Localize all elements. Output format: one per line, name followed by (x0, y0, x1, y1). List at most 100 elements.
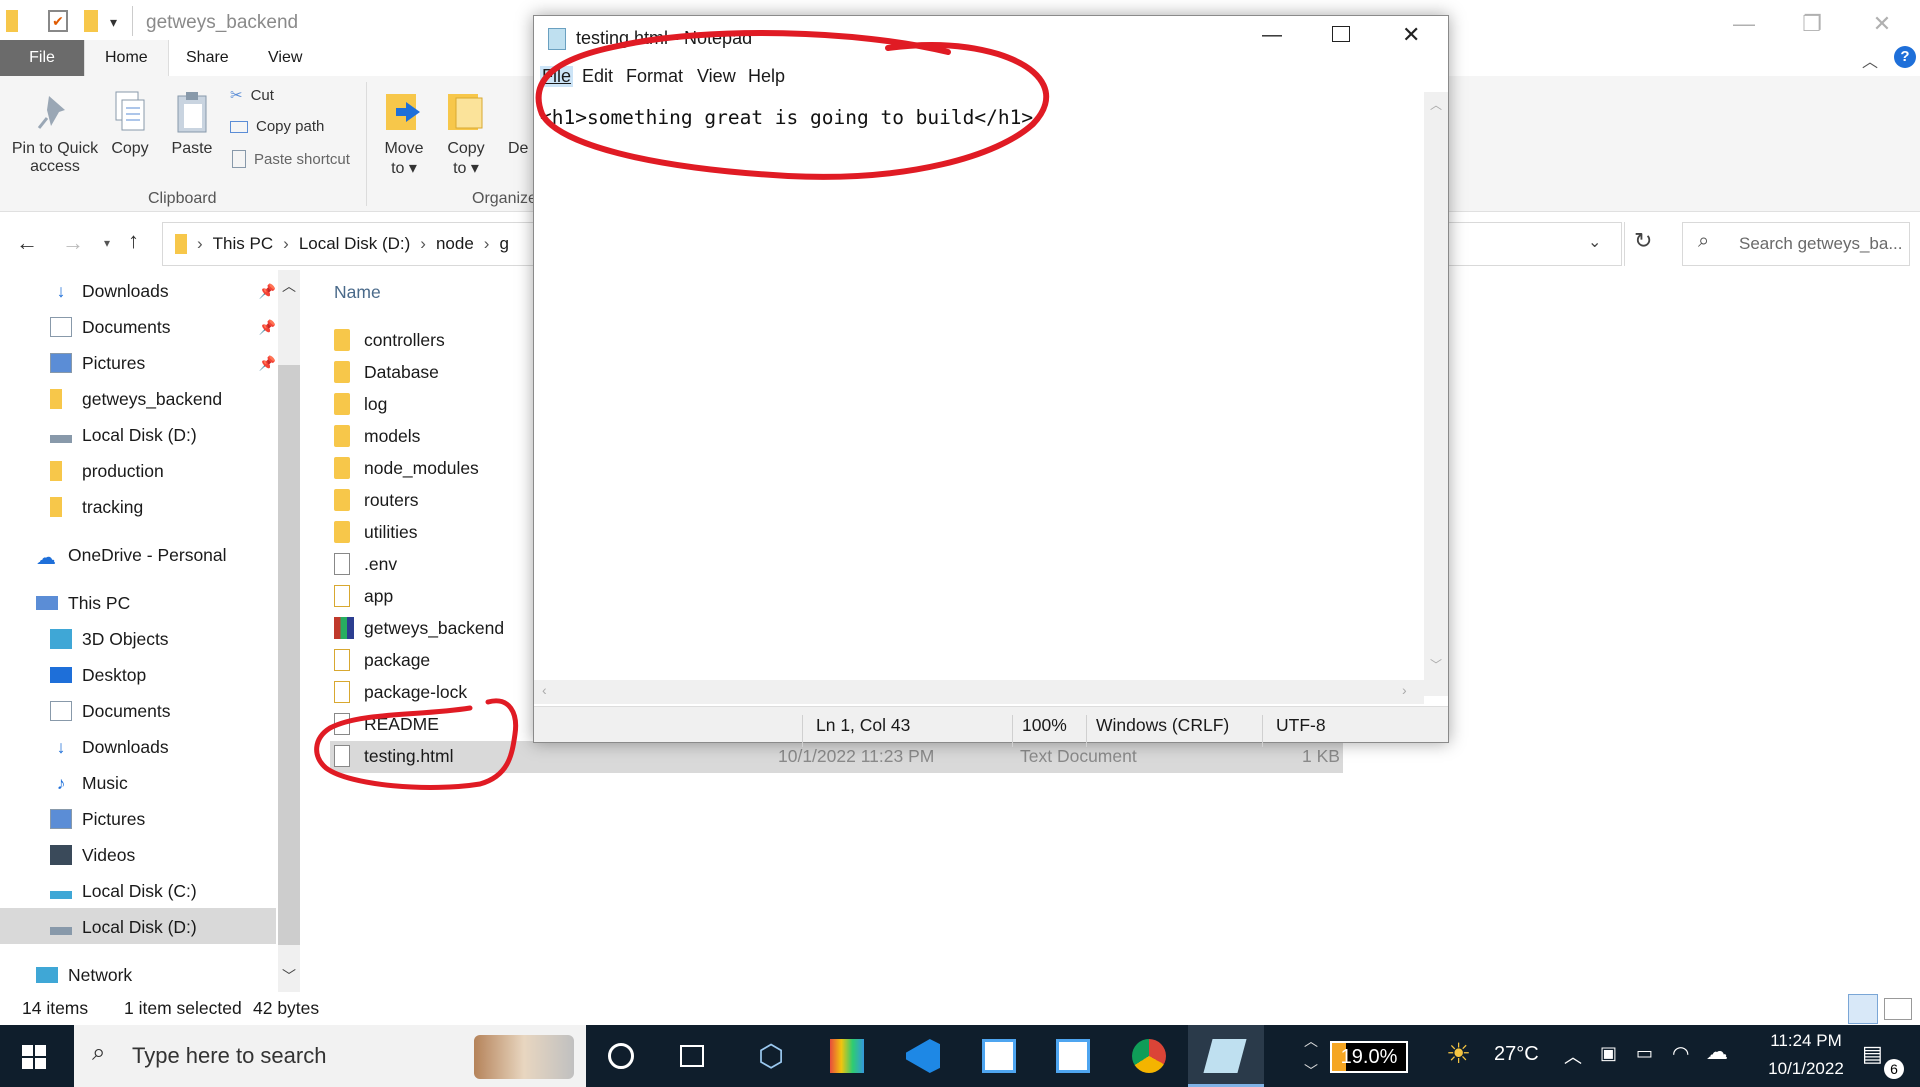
file-row[interactable]: log (334, 389, 387, 419)
breadcrumb-local-disk[interactable]: Local Disk (D:) (299, 234, 410, 254)
close-button[interactable]: ✕ (1402, 22, 1420, 48)
scroll-left-icon[interactable]: ‹ (542, 682, 547, 698)
tab-file[interactable]: File (0, 40, 84, 76)
power-icon[interactable]: ▭ (1636, 1043, 1653, 1064)
refresh-icon[interactable]: ↻ (1634, 228, 1652, 254)
cortana-icon[interactable] (608, 1043, 634, 1069)
tab-view[interactable]: View (248, 40, 322, 76)
weather-sun-icon[interactable]: ☀ (1446, 1037, 1471, 1070)
nav-desktop[interactable]: Desktop (50, 658, 146, 692)
properties-icon[interactable]: ✔ (48, 10, 68, 32)
paste-button[interactable]: Paste (166, 90, 218, 158)
breadcrumb-node[interactable]: node (436, 234, 474, 254)
details-view-icon[interactable] (1848, 994, 1878, 1024)
tab-share[interactable]: Share (166, 40, 249, 76)
file-row[interactable]: getweys_backend (334, 613, 504, 643)
copy-to-button[interactable]: Copy to ▾ (442, 90, 490, 178)
back-icon[interactable]: ← (16, 230, 38, 256)
tab-home[interactable]: Home (84, 40, 169, 76)
help-icon[interactable]: ? (1894, 46, 1916, 68)
address-dropdown-icon[interactable]: ⌄ (1588, 232, 1601, 252)
nav-tracking[interactable]: tracking (50, 490, 143, 524)
battery-meter[interactable]: 19.0% (1330, 1041, 1408, 1073)
nav-local-disk-c[interactable]: Local Disk (C:) (50, 874, 197, 908)
nav-local-disk-d-2[interactable]: Local Disk (D:) (50, 910, 197, 944)
nav-downloads[interactable]: ↓ Downloads 📌 (50, 274, 276, 308)
meet-now-icon[interactable]: ▣ (1600, 1043, 1617, 1064)
scroll-up-icon[interactable]: ︿ (1430, 96, 1442, 113)
task-view-icon[interactable] (680, 1045, 704, 1067)
tray-scroll-down-icon[interactable]: ﹀ (1304, 1061, 1318, 1081)
scroll-right-icon[interactable]: › (1402, 682, 1407, 698)
close-button[interactable]: ✕ (1852, 6, 1912, 42)
nav-scrollbar-thumb[interactable] (278, 365, 300, 945)
nav-pictures-2[interactable]: Pictures (50, 802, 145, 836)
file-row[interactable]: app (334, 581, 393, 611)
wifi-icon[interactable]: ◠ (1672, 1041, 1689, 1066)
nav-production[interactable]: production (50, 454, 164, 488)
show-hidden-icons-icon[interactable]: ︿ (1564, 1043, 1582, 1069)
forward-icon[interactable]: → (62, 230, 84, 256)
nav-documents[interactable]: Documents 📌 (50, 310, 276, 344)
search-input[interactable]: Search getweys_ba... (1682, 222, 1910, 266)
nav-this-pc[interactable]: This PC (36, 586, 130, 620)
breadcrumb-partial[interactable]: g (499, 234, 508, 254)
paste-shortcut-button[interactable]: Paste shortcut (232, 150, 350, 168)
nav-downloads-2[interactable]: ↓ Downloads (50, 730, 169, 764)
nav-music[interactable]: ♪ Music (50, 766, 128, 800)
file-row[interactable]: utilities (334, 517, 418, 547)
copy-path-button[interactable]: Copy path (230, 118, 324, 135)
restore-button[interactable]: ❐ (1782, 6, 1842, 42)
file-row[interactable]: .env (334, 549, 397, 579)
maximize-button[interactable] (1332, 26, 1350, 42)
nav-videos[interactable]: Videos (50, 838, 135, 872)
vscode-icon[interactable] (906, 1039, 940, 1073)
minimize-button[interactable]: — (1262, 24, 1282, 47)
move-to-button[interactable]: Move to ▾ (380, 90, 428, 178)
cut-button[interactable]: ✂ Cut (230, 86, 274, 105)
minimize-button[interactable]: — (1714, 6, 1774, 42)
drive-icon (50, 927, 72, 935)
scroll-up-icon[interactable]: ︿ (282, 276, 296, 296)
nav-onedrive[interactable]: ☁ OneDrive - Personal (36, 538, 227, 572)
file-row[interactable]: package (334, 645, 430, 675)
column-header-name[interactable]: Name (334, 282, 381, 303)
app-window-icon[interactable] (982, 1039, 1016, 1073)
onedrive-cloud-icon[interactable]: ☁ (1706, 1039, 1728, 1065)
windows-start-icon[interactable] (22, 1045, 46, 1069)
new-folder-icon[interactable] (84, 10, 98, 32)
breadcrumb-this-pc[interactable]: This PC (213, 234, 273, 254)
file-row[interactable]: routers (334, 485, 418, 515)
notepad-vertical-scrollbar[interactable]: ︿ ﹀ (1424, 92, 1448, 696)
copy-button[interactable]: Copy (106, 90, 154, 158)
clock-date[interactable]: 10/1/2022 (1750, 1059, 1862, 1079)
paint-icon[interactable] (830, 1039, 864, 1073)
file-row[interactable]: node_modules (334, 453, 479, 483)
scroll-down-icon[interactable]: ﹀ (1430, 656, 1442, 673)
chrome-icon[interactable] (1132, 1039, 1166, 1073)
app-window-icon-2[interactable] (1056, 1039, 1090, 1073)
up-icon[interactable]: ↑ (128, 228, 139, 254)
clock-time[interactable]: 11:24 PM (1750, 1031, 1862, 1051)
nav-getweys-backend[interactable]: getweys_backend (50, 382, 222, 416)
pin-quick-access-button[interactable]: Pin to Quick access (8, 90, 102, 176)
nav-pictures[interactable]: Pictures 📌 (50, 346, 276, 380)
temperature[interactable]: 27°C (1494, 1043, 1539, 1066)
nav-documents-2[interactable]: Documents (50, 694, 171, 728)
recent-locations-icon[interactable]: ▾ (104, 236, 110, 250)
collapse-ribbon-icon[interactable]: ︿ (1862, 48, 1878, 72)
file-row[interactable]: models (334, 421, 420, 451)
nav-3d-objects[interactable]: 3D Objects (50, 622, 169, 656)
nav-local-disk-d[interactable]: Local Disk (D:) (50, 418, 197, 452)
file-row[interactable]: Database (334, 357, 439, 387)
scroll-down-icon[interactable]: ﹀ (282, 966, 296, 986)
file-row[interactable]: controllers (334, 325, 445, 355)
status-selected: 1 item selected (124, 998, 242, 1018)
notepad-horizontal-scrollbar[interactable]: ‹ › (534, 680, 1424, 704)
tray-scroll-up-icon[interactable]: ︿ (1304, 1031, 1318, 1051)
notifications-icon[interactable]: ▤ (1862, 1041, 1883, 1067)
large-icons-view-icon[interactable] (1884, 998, 1912, 1020)
customize-quick-access-icon[interactable]: ▾ (110, 14, 117, 31)
nav-network[interactable]: Network (36, 958, 132, 992)
virtualbox-icon[interactable]: ⬡ (754, 1039, 788, 1073)
